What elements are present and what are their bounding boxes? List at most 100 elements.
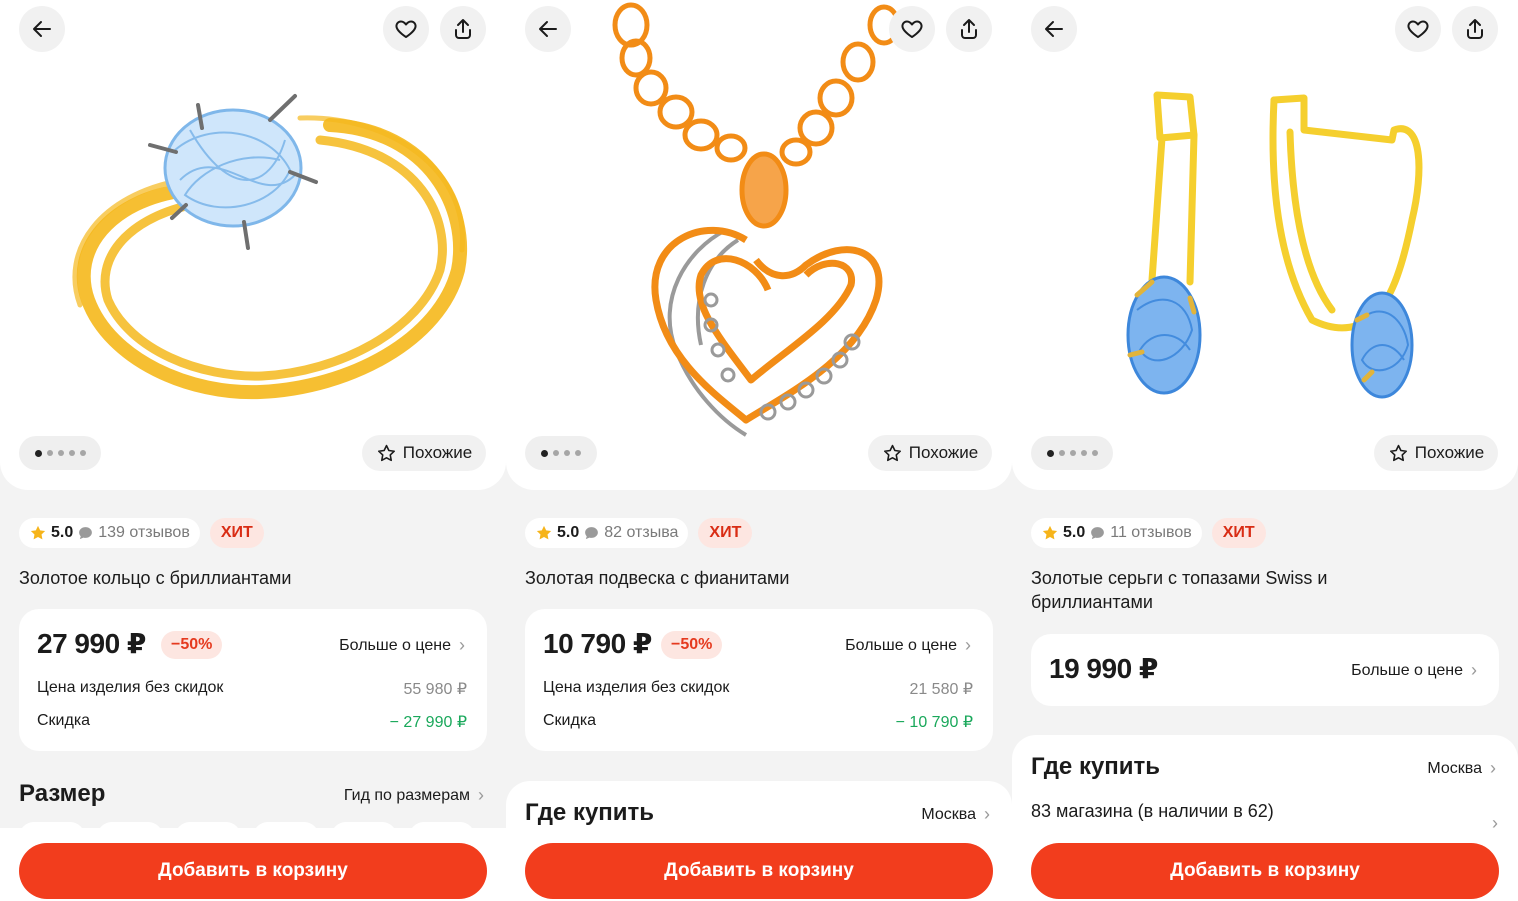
gallery-pagination — [525, 436, 597, 470]
rating-reviews-pill[interactable]: 5.0 11 отзывов — [1031, 518, 1202, 548]
chevron-right-icon: › — [459, 635, 465, 655]
current-price: 10 790 ₽ — [543, 628, 652, 659]
heart-icon — [901, 20, 923, 38]
back-button[interactable] — [19, 6, 65, 52]
share-icon — [1467, 19, 1483, 39]
arrow-left-icon — [1045, 21, 1063, 37]
pagination-dot — [564, 450, 570, 456]
price-without-discount-value: 21 580 ₽ — [909, 681, 973, 698]
gallery-pagination — [1031, 436, 1113, 470]
rating-value: 5.0 — [557, 524, 580, 541]
city-selector[interactable]: Москва › — [1427, 758, 1496, 779]
reviews-count: 82 отзыва — [604, 524, 679, 541]
more-about-price-label: Больше о цене — [845, 636, 957, 654]
share-icon — [455, 19, 471, 39]
price-card: 10 790 ₽ −50% Больше о цене › Цена издел… — [525, 609, 993, 751]
pagination-dot — [1069, 450, 1076, 456]
chevron-right-icon: › — [965, 635, 971, 655]
back-button[interactable] — [525, 6, 571, 52]
pagination-dot — [1046, 449, 1054, 457]
similar-label: Похожие — [402, 443, 473, 462]
where-to-buy-title: Где купить — [525, 799, 655, 826]
share-icon — [961, 19, 977, 39]
size-guide-link[interactable]: Гид по размерам › — [344, 785, 484, 806]
more-about-price-link[interactable]: Больше о цене › — [845, 635, 971, 656]
current-price: 19 990 ₽ — [1049, 653, 1158, 684]
size-section-title: Размер — [19, 780, 106, 807]
product-gallery[interactable]: Похожие — [0, 0, 506, 490]
share-button[interactable] — [1452, 6, 1498, 52]
hit-badge: ХИТ — [1211, 518, 1266, 548]
star-outline-icon — [377, 444, 395, 461]
reviews-count: 11 отзывов — [1110, 524, 1192, 541]
city-label: Москва — [1427, 759, 1482, 777]
pagination-dot — [1080, 450, 1087, 456]
heart-icon — [1407, 20, 1429, 38]
price-card: 27 990 ₽ −50% Больше о цене › Цена издел… — [19, 609, 487, 751]
favorite-button[interactable] — [1395, 6, 1441, 52]
similar-button[interactable]: Похожие — [362, 435, 486, 471]
pagination-dot — [541, 449, 548, 457]
where-to-buy-title: Где купить — [1031, 753, 1161, 780]
star-icon — [1042, 525, 1058, 540]
similar-label: Похожие — [908, 443, 979, 462]
chevron-right-icon: › — [478, 785, 484, 805]
gallery-pagination — [19, 436, 101, 470]
add-to-cart-button[interactable]: Добавить в корзину — [19, 843, 487, 899]
product-screen-earrings: Похожие 5.0 11 отзывов ХИТ Золотые серьг… — [1012, 0, 1518, 901]
reviews-count: 139 отзывов — [98, 524, 190, 541]
ring-drawing — [72, 94, 468, 400]
product-title: Золотые серьги с топазами Swiss и брилли… — [1031, 568, 1328, 612]
pagination-dot — [46, 450, 53, 456]
rating-reviews-pill[interactable]: 5.0 139 отзывов — [19, 518, 200, 548]
discount-label: Скидка — [37, 712, 91, 729]
arrow-left-icon — [33, 21, 51, 37]
product-meta: 5.0 11 отзывов ХИТ — [1031, 518, 1266, 548]
rating-reviews-pill[interactable]: 5.0 82 отзыва — [525, 518, 689, 548]
rating-value: 5.0 — [51, 524, 74, 541]
arrow-left-icon — [539, 21, 557, 37]
more-about-price-label: Больше о цене — [1351, 661, 1463, 679]
favorite-button[interactable] — [383, 6, 429, 52]
stores-count[interactable]: 83 магазина (в наличии в 62) — [1031, 801, 1274, 822]
product-meta: 5.0 82 отзыва ХИТ — [525, 518, 753, 548]
more-about-price-label: Больше о цене — [339, 636, 451, 654]
star-icon — [30, 525, 46, 540]
more-about-price-link[interactable]: Больше о цене › — [339, 635, 465, 656]
add-to-cart-button[interactable]: Добавить в корзину — [525, 843, 993, 899]
chevron-right-icon: › — [1490, 758, 1496, 778]
product-gallery[interactable]: Похожие — [1012, 0, 1518, 490]
star-icon — [536, 525, 552, 540]
heart-icon — [395, 20, 417, 38]
chevron-right-icon: › — [984, 804, 990, 824]
product-meta: 5.0 139 отзывов ХИТ — [19, 518, 264, 548]
share-button[interactable] — [440, 6, 486, 52]
comment-icon — [585, 526, 599, 539]
where-to-buy-card[interactable]: Где купить Москва › 83 магазина (в налич… — [1012, 735, 1518, 835]
city-selector[interactable]: Москва › — [921, 804, 990, 825]
pagination-dot — [575, 450, 581, 456]
discount-value: − 27 990 ₽ — [389, 714, 467, 731]
similar-button[interactable]: Похожие — [1374, 435, 1498, 471]
similar-label: Похожие — [1414, 443, 1485, 462]
star-outline-icon — [1389, 444, 1407, 461]
more-about-price-link[interactable]: Больше о цене › — [1351, 660, 1477, 681]
discount-label: Скидка — [543, 712, 597, 729]
city-label: Москва — [921, 805, 976, 823]
share-button[interactable] — [946, 6, 992, 52]
add-to-cart-button[interactable]: Добавить в корзину — [1031, 843, 1499, 899]
product-screen-pendant: Похожие 5.0 82 отзыва ХИТ Золотая подвес… — [506, 0, 1012, 901]
product-screen-ring: Похожие 5.0 139 отзывов ХИТ Золотое коль… — [0, 0, 506, 901]
similar-button[interactable]: Похожие — [868, 435, 992, 471]
hit-badge: ХИТ — [209, 518, 264, 548]
product-gallery[interactable]: Похожие — [506, 0, 1012, 490]
discount-badge: −50% — [661, 631, 723, 659]
star-outline-icon — [883, 444, 901, 461]
pagination-dot — [79, 450, 86, 456]
back-button[interactable] — [1031, 6, 1077, 52]
pagination-dot — [68, 450, 75, 456]
product-title: Золотая подвеска с фианитами — [525, 568, 790, 588]
size-guide-label: Гид по размерам — [343, 786, 470, 804]
discount-value: − 10 790 ₽ — [895, 714, 973, 731]
favorite-button[interactable] — [889, 6, 935, 52]
